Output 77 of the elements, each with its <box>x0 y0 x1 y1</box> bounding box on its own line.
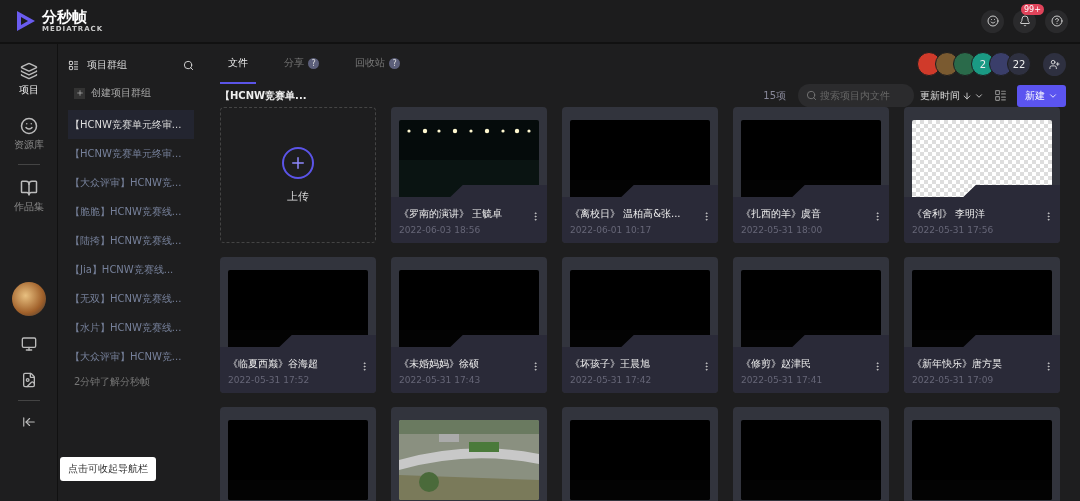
file-title: 《修剪》赵津民 <box>741 357 811 371</box>
file-card[interactable]: 《未婚妈妈》徐硕 2022-05-31 17:43 <box>391 257 547 393</box>
file-title: 《新年快乐》唐方昊 <box>912 357 1002 371</box>
file-card[interactable]: 《罗南的演讲》 王毓卓 2022-06-03 18:56 <box>391 107 547 243</box>
portfolio-icon <box>19 179 38 197</box>
file-card[interactable]: 《离校日》 温柏高&张... 2022-06-01 10:17 <box>562 107 718 243</box>
file-card[interactable]: 《临夏西巅》谷海超 2022-05-31 17:52 <box>220 257 376 393</box>
arrow-down-icon <box>962 90 972 101</box>
logo-icon <box>16 10 36 32</box>
sidebar-item[interactable]: 【大众评审】HCNW竞... <box>68 168 194 197</box>
file-card[interactable]: 《修剪》赵津民 2022-05-31 17:41 <box>733 257 889 393</box>
tab[interactable]: 文件 <box>220 44 256 84</box>
item-count: 15项 <box>763 88 786 103</box>
sidebar-item[interactable]: 【脆脆】HCNW竞赛线... <box>68 197 194 226</box>
file-title: 《罗南的演讲》 王毓卓 <box>399 207 503 221</box>
sidebar-item[interactable]: 【大众评审】HCNW竞... <box>68 342 194 371</box>
tab[interactable]: 分享 ? <box>276 44 327 84</box>
plus-icon <box>282 146 314 179</box>
notification-badge: 99+ <box>1021 3 1044 15</box>
file-title: 《未婚妈妈》徐硕 <box>399 357 479 371</box>
search-icon <box>806 90 817 101</box>
search-icon[interactable] <box>183 59 194 71</box>
monitor-icon[interactable] <box>20 336 37 352</box>
bell-icon <box>1018 15 1031 27</box>
nav-item[interactable]: 项目 <box>18 62 39 97</box>
file-date: 2022-05-31 17:42 <box>570 375 653 385</box>
tooltip: 点击可收起导航栏 <box>60 457 156 481</box>
sidebar-item[interactable]: 【陆挎】HCNW竞赛线... <box>68 226 194 255</box>
file-date: 2022-05-31 17:09 <box>912 375 995 385</box>
tab-badge: ? <box>389 57 400 69</box>
file-title: 《坏孩子》王晨旭 <box>570 357 650 371</box>
file-title: 《离校日》 温柏高&张... <box>570 207 681 221</box>
file-card[interactable]: 《舍利》 李明洋 2022-05-31 17:56 <box>904 107 1060 243</box>
tab[interactable]: 回收站 ? <box>347 44 408 84</box>
upload-button[interactable]: 上传 <box>220 107 376 243</box>
file-date: 2022-06-03 18:56 <box>399 225 482 235</box>
nav-item[interactable]: 资源库 <box>13 117 44 152</box>
help-button[interactable] <box>1045 9 1068 33</box>
nav-item[interactable]: 作品集 <box>13 179 44 214</box>
sidebar-item[interactable]: 【HCNW竞赛单元终审... <box>68 110 194 139</box>
new-button[interactable]: 新建 <box>1017 84 1066 107</box>
file-title: 《舍利》 李明洋 <box>912 207 986 221</box>
file-date: 2022-05-31 18:00 <box>741 225 824 235</box>
chat-button[interactable] <box>981 9 1004 33</box>
collapse-icon[interactable] <box>21 415 36 429</box>
sidebar-item[interactable]: 【HCNW竞赛单元终审... <box>68 139 194 168</box>
brand-name: 分秒帧 <box>42 9 87 25</box>
help-link[interactable]: 2分钟了解分秒帧 <box>68 375 194 389</box>
plus-icon <box>74 87 85 99</box>
sidebar-item[interactable]: 【Jia】HCNW竞赛线... <box>68 255 194 284</box>
file-card[interactable]: 《坏孩子》王晨旭 2022-05-31 17:42 <box>562 257 718 393</box>
file-share-icon[interactable] <box>20 372 37 388</box>
file-date: 2022-05-31 17:56 <box>912 225 995 235</box>
add-user-icon <box>1049 58 1060 70</box>
create-group-button[interactable]: 创建项目群组 <box>74 82 194 104</box>
file-date: 2022-05-31 17:43 <box>399 375 482 385</box>
sidebar-item[interactable]: 【无双】HCNW竞赛线... <box>68 284 194 313</box>
file-card[interactable]: 《新年快乐》唐方昊 2022-05-31 17:09 <box>904 257 1060 393</box>
tab-badge: ? <box>308 57 319 69</box>
smiley-icon <box>986 15 999 27</box>
help-icon <box>1050 15 1063 27</box>
group-icon <box>68 59 79 71</box>
file-date: 2022-05-31 17:41 <box>741 375 824 385</box>
sort-dropdown[interactable]: 更新时间 <box>920 88 984 103</box>
breadcrumb: 【HCNW竞赛单... <box>220 88 308 103</box>
view-toggle-icon[interactable] <box>994 89 1007 102</box>
user-avatar[interactable] <box>11 282 46 316</box>
file-title: 《临夏西巅》谷海超 <box>228 357 318 371</box>
add-member-button[interactable] <box>1043 52 1066 76</box>
file-date: 2022-06-01 10:17 <box>570 225 653 235</box>
file-date: 2022-05-31 17:52 <box>228 375 311 385</box>
sidebar-item[interactable]: 【水片】HCNW竞赛线... <box>68 313 194 342</box>
member-count: 22 <box>1007 52 1031 76</box>
sidebar-title: 项目群组 <box>87 58 128 72</box>
file-card[interactable]: 《扎西的羊》虞音 2022-05-31 18:00 <box>733 107 889 243</box>
projects-icon <box>19 62 38 80</box>
file-title: 《扎西的羊》虞音 <box>741 207 821 221</box>
